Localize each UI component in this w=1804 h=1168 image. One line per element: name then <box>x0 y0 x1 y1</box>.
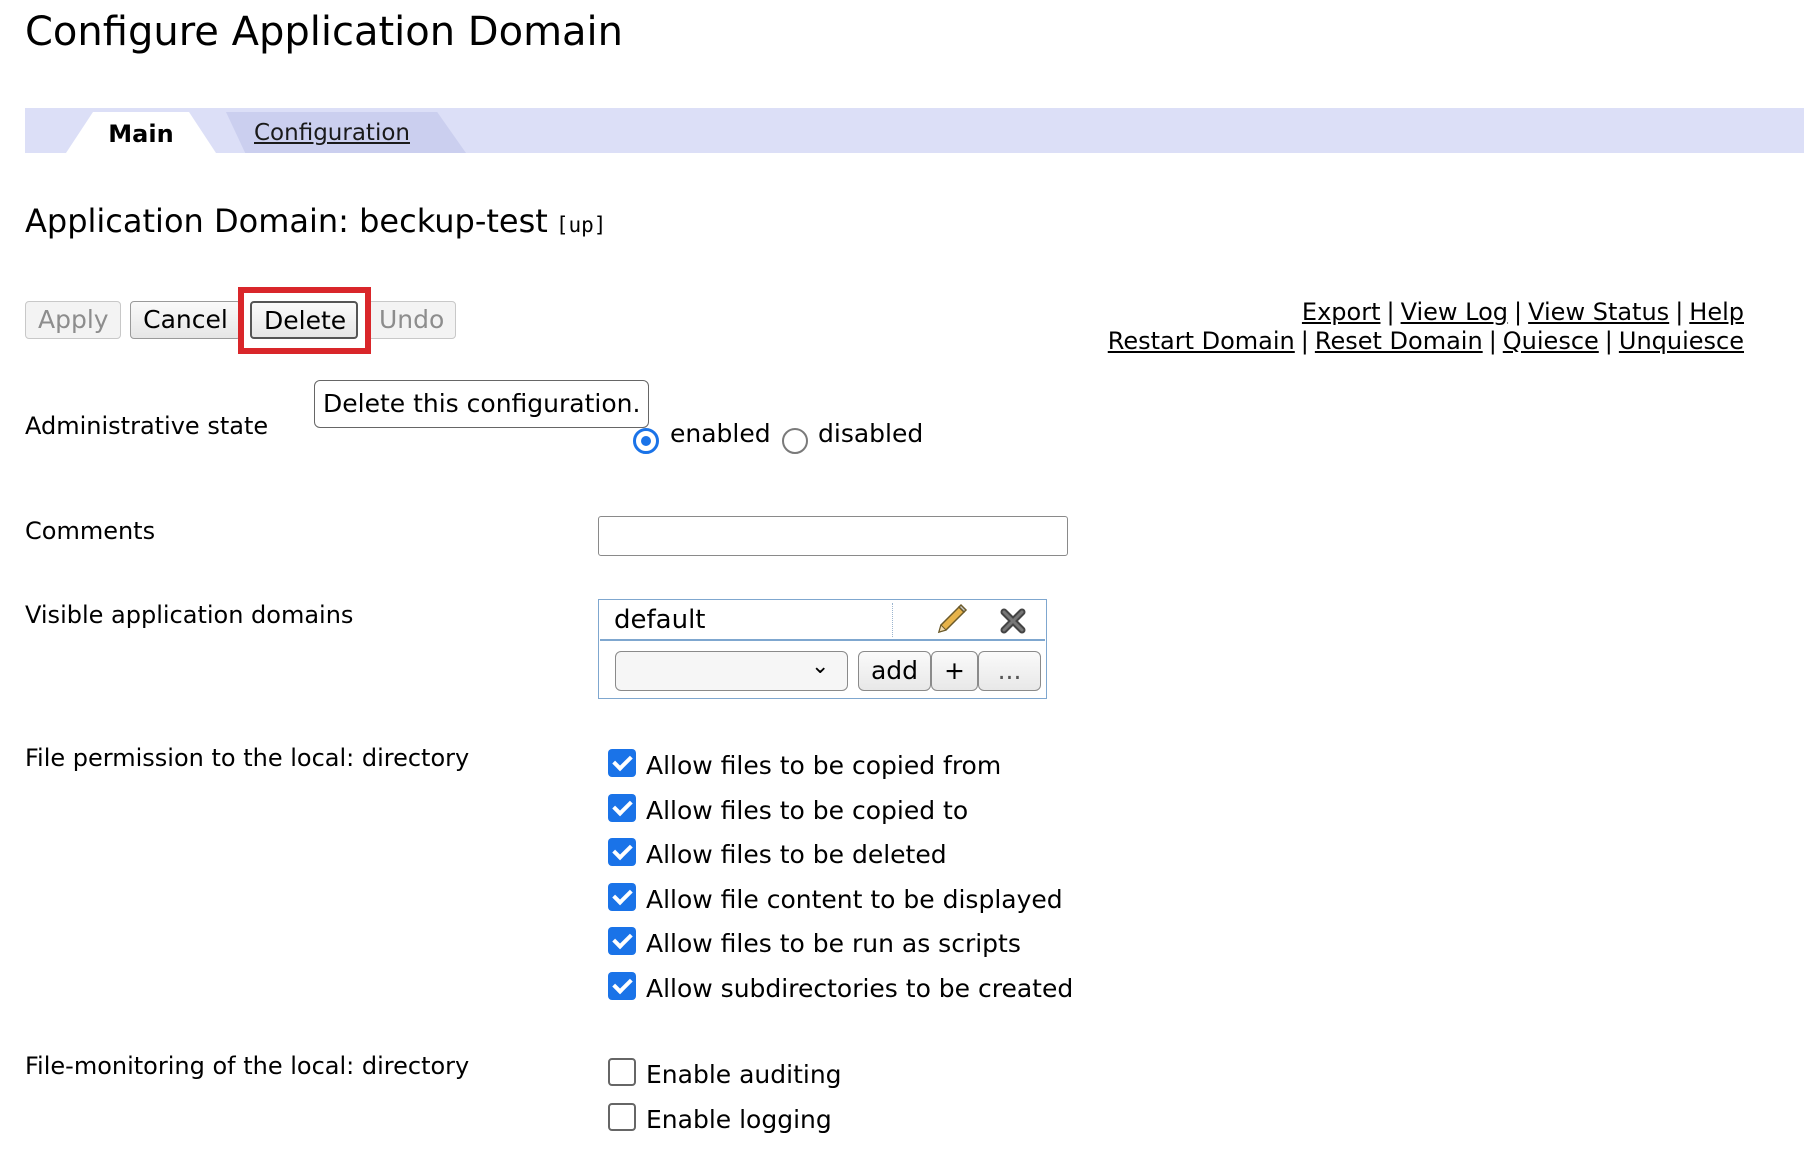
delete-highlight-box <box>238 287 371 354</box>
action-links-row1: Export | View Log | View Status | Help <box>1302 298 1744 326</box>
apply-button[interactable]: Apply <box>25 301 121 339</box>
add-new-button[interactable]: + <box>931 651 978 691</box>
copy-to-label[interactable]: Allow files to be copied to <box>646 796 968 825</box>
file-monitoring-label: File-monitoring of the local: directory <box>25 1052 470 1080</box>
disabled-radio-label[interactable]: disabled <box>818 419 923 448</box>
copy-from-label[interactable]: Allow files to be copied from <box>646 751 1001 780</box>
view-log-link[interactable]: View Log <box>1401 298 1508 326</box>
reset-domain-link[interactable]: Reset Domain <box>1315 327 1483 355</box>
status-badge: [up] <box>555 213 607 237</box>
quiesce-link[interactable]: Quiesce <box>1503 327 1599 355</box>
tooltip: Delete this configuration. <box>314 380 650 428</box>
cancel-button[interactable]: Cancel <box>130 301 241 339</box>
row-divider <box>892 603 893 637</box>
unquiesce-link[interactable]: Unquiesce <box>1619 327 1744 355</box>
enabled-radio[interactable] <box>633 428 659 454</box>
link-separator: | <box>1604 327 1613 355</box>
comments-label: Comments <box>25 517 156 545</box>
enable-logging-checkbox[interactable] <box>608 1103 636 1131</box>
visible-domains-label: Visible application domains <box>25 601 354 629</box>
display-content-checkbox[interactable] <box>608 883 636 911</box>
comments-input[interactable] <box>598 516 1068 556</box>
file-permission-label: File permission to the local: directory <box>25 744 470 772</box>
delete-icon[interactable] <box>997 603 1031 637</box>
export-link[interactable]: Export <box>1302 298 1381 326</box>
link-separator: | <box>1300 327 1309 355</box>
create-subdirs-checkbox[interactable] <box>608 972 636 1000</box>
chevron-down-icon: ⌄ <box>811 654 830 679</box>
copy-from-checkbox[interactable] <box>608 749 636 777</box>
domain-name: Application Domain: beckup-test <box>25 202 548 240</box>
link-separator: | <box>1675 298 1684 326</box>
enable-auditing-label[interactable]: Enable auditing <box>646 1060 842 1089</box>
delete-files-checkbox[interactable] <box>608 838 636 866</box>
admin-state-label: Administrative state <box>25 412 269 440</box>
link-separator: | <box>1514 298 1523 326</box>
disabled-radio[interactable] <box>782 428 808 454</box>
restart-domain-link[interactable]: Restart Domain <box>1108 327 1295 355</box>
link-separator: | <box>1488 327 1497 355</box>
run-scripts-checkbox[interactable] <box>608 927 636 955</box>
add-button[interactable]: add <box>858 651 931 691</box>
visible-domain-value: default <box>614 605 706 635</box>
more-button[interactable]: ... <box>978 651 1041 691</box>
enable-logging-label[interactable]: Enable logging <box>646 1105 832 1134</box>
enabled-radio-label[interactable]: enabled <box>670 419 771 448</box>
pencil-icon[interactable] <box>933 602 969 638</box>
action-links-row2: Restart Domain | Reset Domain | Quiesce | Unqu… <box>1108 327 1744 355</box>
view-status-link[interactable]: View Status <box>1528 298 1669 326</box>
display-content-label[interactable]: Allow file content to be displayed <box>646 885 1063 914</box>
copy-to-checkbox[interactable] <box>608 794 636 822</box>
run-scripts-label[interactable]: Allow files to be run as scripts <box>646 929 1021 958</box>
create-subdirs-label[interactable]: Allow subdirectories to be created <box>646 974 1073 1003</box>
domain-heading: Application Domain: beckup-test [up] <box>25 202 606 240</box>
enable-auditing-checkbox[interactable] <box>608 1058 636 1086</box>
delete-files-label[interactable]: Allow files to be deleted <box>646 840 947 869</box>
undo-button[interactable]: Undo <box>366 301 456 339</box>
tab-main[interactable]: Main <box>66 120 216 148</box>
tab-configuration[interactable]: Configuration <box>254 120 410 146</box>
link-separator: | <box>1386 298 1395 326</box>
help-link[interactable]: Help <box>1689 298 1744 326</box>
page-title: Configure Application Domain <box>25 9 624 55</box>
